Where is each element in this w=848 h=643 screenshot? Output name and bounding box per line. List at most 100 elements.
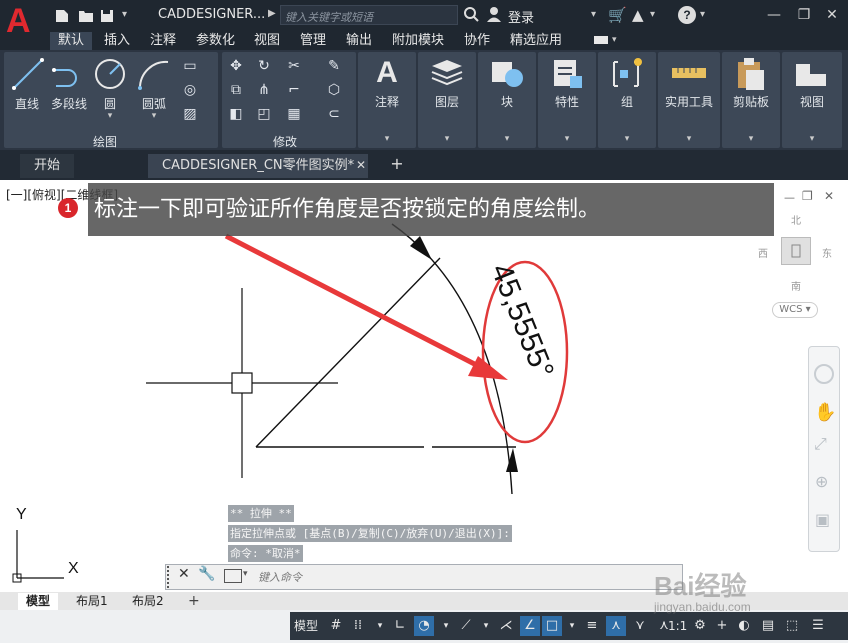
settings-icon[interactable]: ⚙ xyxy=(690,616,710,636)
osnap-dropdown-icon[interactable]: ▾ xyxy=(562,616,582,636)
command-prompt-dropdown-icon[interactable]: ▾ xyxy=(243,569,248,579)
stretch-icon[interactable]: ◧ xyxy=(228,106,244,122)
view-dropdown-icon[interactable]: ▾ xyxy=(806,134,818,144)
object-snap-icon[interactable]: ∠ xyxy=(520,616,540,636)
tab-output[interactable]: 输出 xyxy=(338,32,380,50)
annotation-dropdown-icon[interactable]: ▾ xyxy=(381,134,393,144)
ribbon-toggle-icon[interactable] xyxy=(594,36,608,44)
viewcube-south[interactable]: 南 xyxy=(791,278,801,293)
polyline-icon[interactable] xyxy=(50,56,86,92)
viewcube-top-face[interactable] xyxy=(781,237,811,265)
orbit-icon[interactable]: ⊕ xyxy=(815,472,828,491)
login-link[interactable]: 登录 xyxy=(508,7,534,26)
ellipse-icon[interactable]: ◎ xyxy=(182,82,198,98)
restore-button[interactable]: ❐ xyxy=(795,6,813,24)
tab-insert[interactable]: 插入 xyxy=(96,32,138,50)
help-icon[interactable]: ? xyxy=(678,6,696,24)
offset-icon[interactable]: ⊂ xyxy=(326,106,342,122)
tab-model[interactable]: 模型 xyxy=(18,593,59,610)
circle-icon[interactable] xyxy=(92,56,128,92)
tab-start[interactable]: 开始 xyxy=(20,154,75,178)
quick-access-dropdown-icon[interactable]: ▾ xyxy=(122,9,136,21)
hatch-icon[interactable]: ▨ xyxy=(182,106,198,122)
zoom-extents-icon[interactable]: ⤢ xyxy=(814,434,827,454)
tab-layout1[interactable]: 布局1 xyxy=(68,593,116,610)
search-icon[interactable] xyxy=(463,6,479,24)
close-button[interactable]: ✕ xyxy=(823,6,841,24)
close-tab-icon[interactable]: ✕ xyxy=(356,158,366,172)
user-icon[interactable] xyxy=(486,6,502,24)
customization-menu-icon[interactable]: ☰ xyxy=(808,616,828,636)
open-folder-icon[interactable] xyxy=(78,8,93,22)
autodesk-icon[interactable]: ▲ xyxy=(632,6,644,24)
add-layout-icon[interactable]: + xyxy=(188,593,200,609)
copy-icon[interactable]: ⧉ xyxy=(228,82,244,98)
new-tab-icon[interactable]: + xyxy=(388,155,406,173)
ribbon-toggle-dropdown-icon[interactable]: ▾ xyxy=(612,35,617,45)
polyline-tool-label[interactable]: 多段线 xyxy=(46,95,92,112)
clean-screen-icon[interactable]: ⬚ xyxy=(782,616,802,636)
viewport-minimize-icon[interactable]: — xyxy=(784,191,795,204)
scale-icon[interactable]: ◰ xyxy=(256,106,272,122)
viewcube-west[interactable]: 西 xyxy=(758,245,768,260)
command-close-icon[interactable]: ✕ xyxy=(178,566,190,582)
draw-panel-label[interactable]: 绘图 xyxy=(70,133,140,150)
command-prompt-icon[interactable] xyxy=(224,569,242,583)
arc-tool-label[interactable]: 圆弧 xyxy=(134,95,174,112)
clipboard-dropdown-icon[interactable]: ▾ xyxy=(745,134,757,144)
viewport-restore-icon[interactable]: ❐ xyxy=(802,189,813,203)
lineweight-icon[interactable]: ≡ xyxy=(582,616,602,636)
properties-dropdown-icon[interactable]: ▾ xyxy=(561,134,573,144)
ortho-icon[interactable]: ∟ xyxy=(390,616,410,636)
tab-collaborate[interactable]: 协作 xyxy=(456,32,498,50)
search-input[interactable]: 键入关键字或短语 xyxy=(280,5,458,25)
polar-dropdown-icon[interactable]: ▾ xyxy=(436,616,456,636)
line-icon[interactable] xyxy=(10,56,46,92)
steering-wheel-icon[interactable] xyxy=(814,364,834,384)
rectangle-icon[interactable]: ▭ xyxy=(182,58,198,74)
tab-addins[interactable]: 附加模块 xyxy=(384,32,452,50)
pan-hand-icon[interactable]: ✋ xyxy=(814,402,836,423)
osnap-2d-icon[interactable]: □ xyxy=(542,616,562,636)
block-dropdown-icon[interactable]: ▾ xyxy=(501,134,513,144)
modify-panel-label[interactable]: 修改 xyxy=(250,133,320,150)
auto-scale-icon[interactable]: ⋎ xyxy=(630,616,650,636)
tab-default[interactable]: 默认 xyxy=(50,32,93,50)
tab-featured-apps[interactable]: 精选应用 xyxy=(502,32,570,50)
title-chevron-icon[interactable]: ▶ xyxy=(268,8,276,19)
annotation-visibility-icon[interactable]: ⋏ xyxy=(606,616,626,636)
utilities-dropdown-icon[interactable]: ▾ xyxy=(683,134,695,144)
tab-view[interactable]: 视图 xyxy=(246,32,288,50)
help-dropdown-icon[interactable]: ▾ xyxy=(700,9,705,20)
explode-icon[interactable]: ⬡ xyxy=(326,82,342,98)
move-icon[interactable]: ✥ xyxy=(228,58,244,74)
scale-label[interactable]: 1:1 xyxy=(668,616,687,636)
trim-icon[interactable]: ✂ xyxy=(286,58,302,74)
mirror-icon[interactable]: ⋔ xyxy=(256,82,272,98)
tab-annotate[interactable]: 注释 xyxy=(142,32,184,50)
tab-layout2[interactable]: 布局2 xyxy=(124,593,172,610)
command-customize-icon[interactable]: 🔧 xyxy=(198,566,215,582)
wcs-dropdown[interactable]: WCS ▾ xyxy=(772,302,818,318)
erase-icon[interactable]: ✎ xyxy=(326,58,342,74)
arc-dropdown-icon[interactable]: ▾ xyxy=(148,111,160,121)
snap-dropdown-icon[interactable]: ▾ xyxy=(370,616,390,636)
circle-tool-label[interactable]: 圆 xyxy=(94,95,126,112)
tab-parametric[interactable]: 参数化 xyxy=(188,32,243,50)
polar-tracking-icon[interactable]: ◔ xyxy=(414,616,434,636)
save-icon[interactable] xyxy=(100,8,114,22)
isolate-icon[interactable]: ◐ xyxy=(734,616,754,636)
viewcube-east[interactable]: 东 xyxy=(822,245,832,260)
tab-document[interactable]: CADDESIGNER_CN零件图实例* xyxy=(148,154,369,178)
array-icon[interactable]: ▦ xyxy=(286,106,302,122)
line-tool-label[interactable]: 直线 xyxy=(6,95,48,112)
isodraft-dropdown-icon[interactable]: ▾ xyxy=(476,616,496,636)
layers-dropdown-icon[interactable]: ▾ xyxy=(441,134,453,144)
hardware-acceleration-icon[interactable]: ▤ xyxy=(758,616,778,636)
isodraft-icon[interactable]: ⟋ xyxy=(456,616,476,636)
grid-icon[interactable]: # xyxy=(326,616,346,636)
snap-icon[interactable]: ⁞⁞ xyxy=(348,616,368,636)
group-dropdown-icon[interactable]: ▾ xyxy=(621,134,633,144)
fillet-icon[interactable]: ⌐ xyxy=(286,82,302,98)
login-dropdown-icon[interactable]: ▾ xyxy=(591,9,596,20)
